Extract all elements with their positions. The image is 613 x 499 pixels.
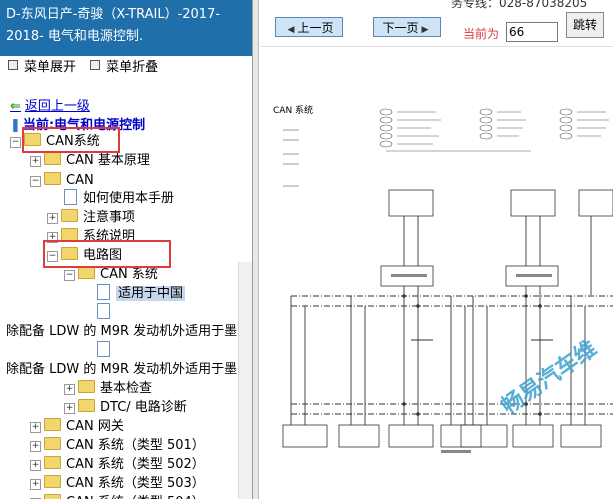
collapse-node-icon[interactable]: − [64, 270, 75, 281]
wiring-diagram-canvas: CAN 系统 [273, 104, 613, 453]
tree-node[interactable]: + 注意事项 [47, 208, 135, 227]
tree-node-label: 如何使用本手册 [83, 191, 175, 206]
tree-node[interactable]: + CAN 系统（类型 503） [30, 474, 205, 493]
tree-node[interactable]: 除配备 LDW 的 M9R 发动机外适用于墨西 [6, 360, 250, 379]
folder-icon [44, 494, 61, 499]
tree-node-label: 适用于中国 [116, 286, 186, 301]
goto-page-button[interactable]: 跳转 [566, 12, 604, 38]
tree-node[interactable]: + CAN 网关 [30, 417, 124, 436]
expand-node-icon[interactable]: + [30, 441, 41, 452]
document-icon [97, 303, 110, 319]
back-arrow-icon: ⇐ [10, 99, 21, 114]
collapse-node-icon[interactable]: − [10, 137, 21, 148]
expand-icon [8, 60, 18, 70]
folder-icon [44, 152, 61, 165]
tree-node[interactable]: + CAN 系统（类型 502） [30, 455, 205, 474]
tree-node-label: CAN [66, 173, 94, 188]
folder-icon [44, 418, 61, 431]
expand-node-icon[interactable]: + [30, 156, 41, 167]
ecu-modules [282, 189, 613, 448]
back-link[interactable]: ⇐ 返回上一级 [10, 95, 90, 114]
folder-icon [44, 475, 61, 488]
tree-node[interactable]: 如何使用本手册 [64, 189, 174, 208]
expand-node-icon[interactable]: + [30, 479, 41, 490]
tree-node[interactable]: − CAN [30, 171, 94, 190]
tree-node[interactable] [97, 341, 116, 360]
folder-icon [78, 380, 95, 393]
tree-node[interactable]: + CAN 基本原理 [30, 151, 150, 170]
location-pin-icon: ❚ [10, 118, 21, 133]
collapse-icon [90, 60, 101, 70]
content-panel: 务专线：028-87038205 ◀ 上一页 下一页 ▶ 当前为 66 跳转 CAN… [261, 0, 613, 499]
menu-toggles: 菜单展开 菜单折叠 [8, 58, 168, 78]
tree-node[interactable]: + 基本检查 [64, 379, 152, 398]
document-icon [97, 284, 110, 300]
panel-splitter[interactable] [252, 0, 259, 499]
document-icon [97, 341, 110, 357]
tree-node-label: CAN 系统（类型 504） [66, 495, 205, 499]
hotline-text: 务专线：028-87038205 [451, 0, 588, 10]
connector-bars [391, 274, 552, 453]
collapse-menu-button[interactable]: 菜单折叠 [90, 60, 158, 75]
tree-node[interactable]: +CAN 系统（类型 504） [30, 493, 205, 499]
expand-node-icon[interactable]: + [64, 403, 75, 414]
tree-node[interactable]: + CAN 系统（类型 501） [30, 436, 205, 455]
tree-node[interactable] [97, 303, 116, 322]
page-navigation-bar: 务专线：028-87038205 ◀ 上一页 下一页 ▶ 当前为 66 跳转 [261, 0, 613, 47]
tree-node-label: CAN 系统（类型 502） [66, 457, 205, 472]
tree-node[interactable]: + DTC/ 电路诊断 [64, 398, 187, 417]
navigation-panel: D-东风日产-奇骏（X-TRAIL）-2017-2018- 电气和电源控制. 菜… [0, 0, 252, 499]
legend [379, 108, 609, 152]
expand-node-icon[interactable]: + [30, 460, 41, 471]
can-bus-wires [290, 216, 613, 425]
folder-icon [44, 172, 61, 185]
tree-node-label: 注意事项 [83, 210, 136, 225]
side-markers [283, 129, 299, 187]
tree-node-label: DTC/ 电路诊断 [100, 400, 187, 415]
next-page-button[interactable]: 下一页 ▶ [373, 17, 441, 37]
prev-arrow-icon: ◀ [287, 25, 295, 35]
tree-node-label: 除配备 LDW 的 M9R 发动机外适用于墨西 [6, 324, 251, 339]
current-page-label: 当前为 [463, 27, 500, 41]
document-title: D-东风日产-奇骏（X-TRAIL）-2017-2018- 电气和电源控制. [0, 0, 252, 56]
expand-node-icon[interactable]: + [47, 213, 58, 224]
folder-icon [78, 399, 95, 412]
folder-icon [61, 209, 78, 222]
tree-node-label: 基本检查 [100, 381, 153, 396]
expand-menu-button[interactable]: 菜单展开 [8, 60, 76, 75]
highlight-box-can-system [22, 127, 120, 153]
tree-scrollbar[interactable] [238, 262, 252, 499]
expand-node-icon[interactable]: + [64, 384, 75, 395]
tree-node-label: 除配备 LDW 的 M9R 发动机外适用于墨西 [6, 362, 251, 377]
diagram-title: CAN 系统 [273, 104, 313, 116]
highlight-box-circuit-diagram [43, 240, 171, 268]
tree-node-label: CAN 系统（类型 501） [66, 438, 205, 453]
collapse-node-icon[interactable]: − [30, 176, 41, 187]
expand-node-icon[interactable]: + [30, 422, 41, 433]
folder-icon [44, 456, 61, 469]
tree-node-label: CAN 网关 [66, 419, 124, 434]
document-icon [64, 189, 77, 205]
prev-page-button[interactable]: ◀ 上一页 [275, 17, 343, 37]
folder-icon [44, 437, 61, 450]
next-arrow-icon: ▶ [421, 25, 429, 35]
tree-node-label: CAN 系统 [100, 267, 158, 282]
tree-node[interactable]: 适用于中国 [97, 284, 186, 303]
tree-node-label: CAN 基本原理 [66, 153, 150, 168]
tree-node-label: CAN 系统（类型 503） [66, 476, 205, 491]
wiring-diagram: CAN 系统 畅易汽车维 [261, 50, 613, 499]
tree-node[interactable]: 除配备 LDW 的 M9R 发动机外适用于墨西 [6, 322, 250, 341]
page-number-input[interactable]: 66 [506, 22, 558, 42]
